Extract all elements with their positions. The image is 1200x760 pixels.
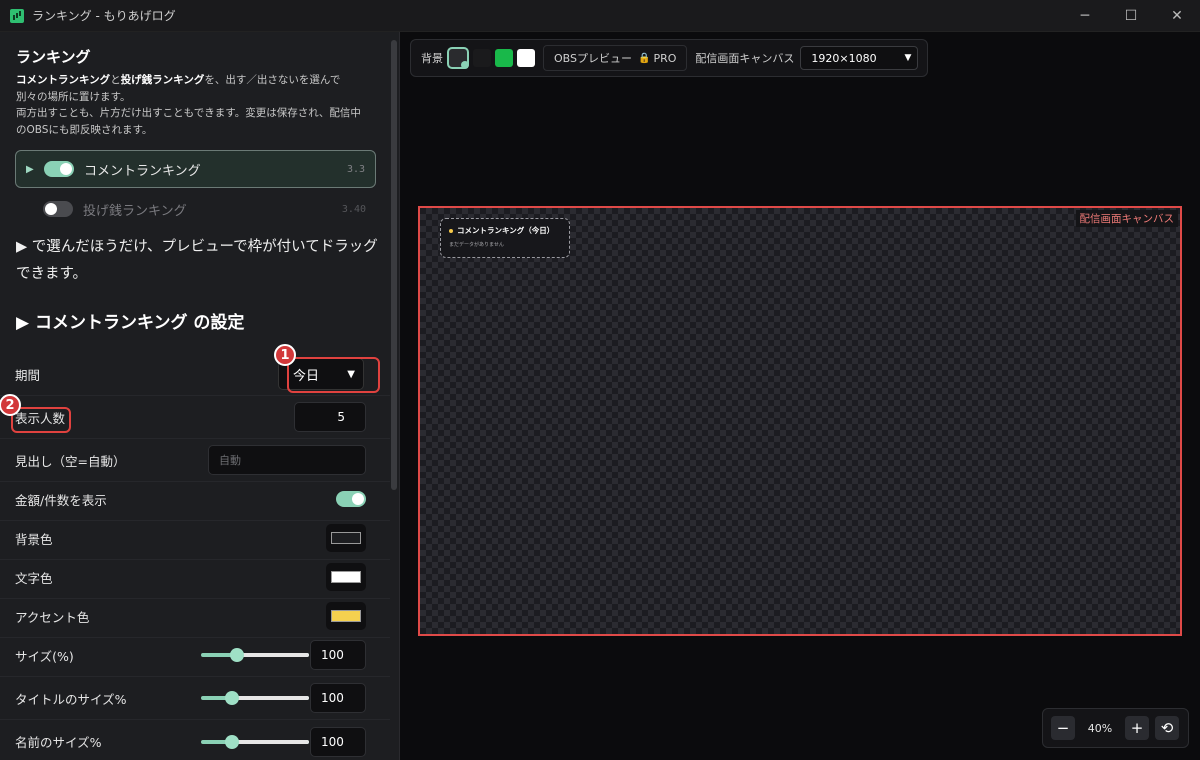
zoom-out-button[interactable]: −	[1051, 716, 1075, 740]
section-title: ▶ コメントランキング の設定	[16, 313, 245, 333]
play-select-icon[interactable]: ▶	[26, 164, 38, 175]
title-bar: ランキング - もりあげログ ─ ☐ ✕	[0, 0, 1200, 32]
selected-dot-icon	[461, 61, 469, 69]
heading-input[interactable]: 自動	[208, 445, 366, 475]
settings-scrollbar[interactable]	[391, 40, 397, 490]
step-badge-2: 2	[0, 394, 21, 416]
title-size-slider[interactable]	[201, 691, 309, 705]
bullet-icon	[449, 228, 453, 233]
setting-row-text-color: 文字色	[0, 556, 390, 599]
chevron-down-icon: ▼	[904, 53, 912, 63]
bg-option-white[interactable]	[517, 49, 535, 67]
accent-color-label: アクセント色	[15, 609, 90, 625]
close-icon[interactable]: ✕	[1154, 0, 1200, 32]
panel-title: ランキング	[16, 48, 91, 66]
widget-empty-text: まだデータがありません	[449, 242, 504, 248]
canvas-label: 配信画面キャンバス	[1075, 210, 1178, 227]
ranking-label: 投げ銭ランキング	[83, 203, 187, 219]
broadcast-canvas[interactable]: 配信画面キャンバス コメントランキング（今日） まだデータがありません	[418, 206, 1182, 636]
setting-row-accent-color: アクセント色	[0, 595, 390, 638]
resolution-select[interactable]: 1920×1080 ▼	[800, 46, 919, 70]
comment-ranking-toggle[interactable]	[44, 161, 74, 177]
maximize-icon[interactable]: ☐	[1108, 0, 1154, 32]
text-color-label: 文字色	[15, 570, 53, 586]
tip-ranking-toggle[interactable]	[43, 201, 73, 217]
setting-row-title-size: タイトルのサイズ% 100	[0, 677, 390, 720]
ranking-item-tip[interactable]: 投げ銭ランキング 3.40	[15, 190, 376, 228]
size-slider[interactable]	[201, 648, 309, 662]
preview-panel: 背景 OBSプレビュー 🔒 PRO 配信画面キャンバス 1920×1080 ▼ 配信画…	[401, 32, 1200, 760]
ranking-item-comment[interactable]: ▶ コメントランキング 3.3	[15, 150, 376, 188]
bg-option-transparent[interactable]	[447, 47, 469, 69]
bg-option-green[interactable]	[495, 49, 513, 67]
text-color-picker[interactable]	[326, 563, 366, 591]
period-label: 期間	[15, 367, 41, 383]
title-size-input[interactable]: 100	[310, 683, 366, 713]
heading-label: 見出し（空=自動）	[15, 453, 126, 469]
step-badge-1: 1	[274, 344, 296, 366]
bg-color-swatch	[331, 532, 361, 544]
window-controls: ─ ☐ ✕	[1062, 0, 1200, 32]
name-size-label: 名前のサイズ%	[15, 735, 102, 750]
drag-hint: ▶ で選んだほうだけ、プレビューで枠が付いてドラッグできます。	[16, 239, 378, 282]
setting-row-size: サイズ(%) 100	[0, 634, 390, 677]
lock-icon: 🔒	[638, 52, 651, 64]
show-amount-label: 金額/件数を表示	[15, 492, 107, 508]
highlight-count	[11, 407, 71, 433]
size-input[interactable]: 100	[310, 640, 366, 670]
bg-color-label: 背景色	[15, 531, 53, 547]
bg-option-dark[interactable]	[473, 49, 491, 67]
ranking-widget[interactable]: コメントランキング（今日） まだデータがありません	[440, 218, 570, 258]
zoom-level: 40%	[1087, 721, 1113, 735]
setting-row-heading: 見出し（空=自動） 自動	[0, 439, 390, 482]
bg-color-picker[interactable]	[326, 524, 366, 552]
ranking-label: コメントランキング	[84, 163, 201, 179]
setting-row-bg-color: 背景色	[0, 517, 390, 560]
settings-panel: ランキング コメントランキングと投げ銭ランキングを、出す／出さないを選んで 別々…	[0, 32, 400, 760]
accent-color-picker[interactable]	[326, 602, 366, 630]
ranking-version: 3.3	[346, 163, 365, 175]
title-size-label: タイトルのサイズ%	[15, 691, 127, 707]
panel-description: コメントランキングと投げ銭ランキングを、出す／出さないを選んで 別々の場所に置け…	[16, 74, 361, 136]
count-input[interactable]: 5	[294, 402, 366, 432]
setting-row-show-amount: 金額/件数を表示	[0, 478, 390, 521]
size-label: サイズ(%)	[15, 648, 74, 664]
widget-title: コメントランキング（今日）	[449, 225, 561, 236]
minimize-icon[interactable]: ─	[1062, 0, 1108, 32]
zoom-in-button[interactable]: +	[1125, 716, 1149, 740]
obs-preview-button[interactable]: OBSプレビュー 🔒 PRO	[543, 45, 688, 71]
ranking-version: 3.40	[341, 203, 366, 215]
window-title: ランキング - もりあげログ	[32, 9, 176, 23]
text-color-swatch	[331, 571, 361, 583]
canvas-size-label: 配信画面キャンバス	[695, 52, 795, 65]
zoom-reset-button[interactable]: ⟲	[1155, 716, 1179, 740]
zoom-controls: − 40% + ⟲	[1042, 708, 1189, 748]
name-size-slider[interactable]	[201, 734, 309, 749]
bg-label: 背景	[421, 52, 443, 65]
highlight-period	[287, 357, 380, 393]
setting-row-name-size: 名前のサイズ% 100	[0, 720, 390, 760]
app-chart-icon	[10, 8, 24, 23]
preview-toolbar: 背景 OBSプレビュー 🔒 PRO 配信画面キャンバス 1920×1080 ▼	[410, 39, 928, 77]
accent-color-swatch	[331, 610, 361, 622]
name-size-input[interactable]: 100	[310, 726, 366, 757]
show-amount-toggle[interactable]	[336, 491, 366, 507]
